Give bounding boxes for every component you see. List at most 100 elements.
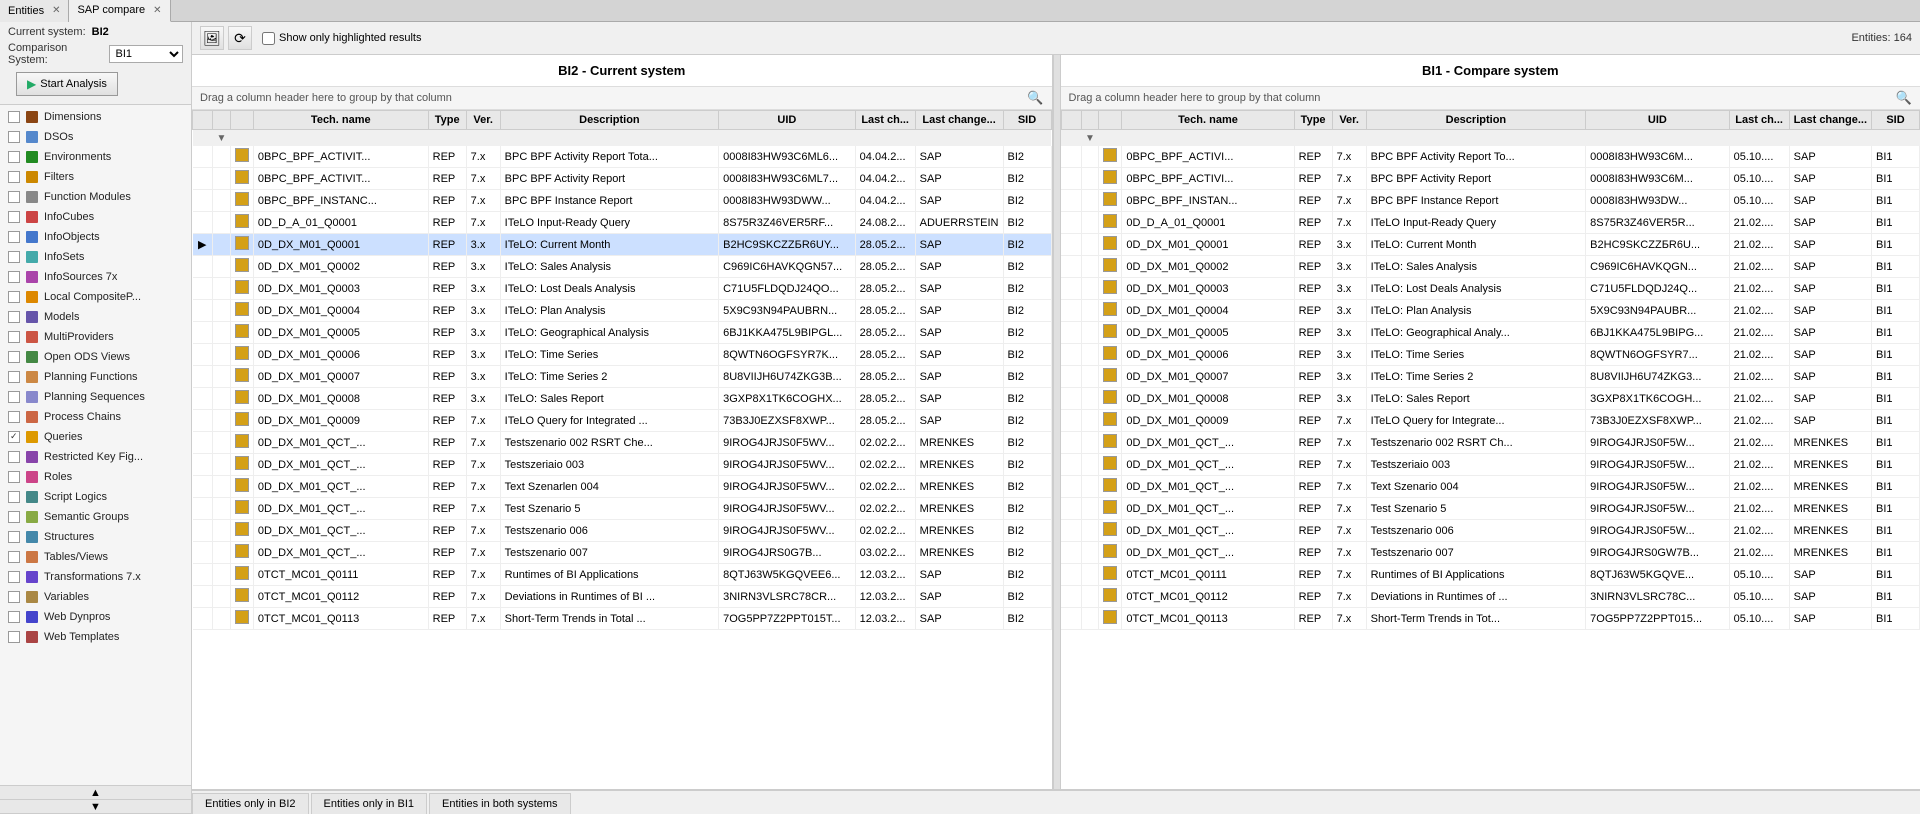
sidebar-item-dim[interactable]: Dimensions xyxy=(0,107,191,127)
table-row[interactable]: 0D_DX_M01_QCT_... REP 7.x Test Szenario … xyxy=(193,498,1052,520)
sidebar-item-webt[interactable]: Web Templates xyxy=(0,627,191,647)
sidebar-item-var[interactable]: Variables xyxy=(0,587,191,607)
sidebar-checkbox-var[interactable] xyxy=(8,591,20,603)
table-row[interactable]: 0D_DX_M01_Q0005 REP 3.x ITeLO: Geographi… xyxy=(1061,322,1920,344)
bi1-expand-arrow-10[interactable] xyxy=(1061,366,1081,388)
bottom-tab-2[interactable]: Entities in both systems xyxy=(429,793,571,814)
bi1-expand-arrow-14[interactable] xyxy=(1061,454,1081,476)
bi1-expand-arrow-16[interactable] xyxy=(1061,498,1081,520)
bi2-col-uid[interactable]: UID xyxy=(719,111,856,130)
table-row[interactable]: 0TCT_MC01_Q0111 REP 7.x Runtimes of BI A… xyxy=(1061,564,1920,586)
bottom-tab-1[interactable]: Entities only in BI1 xyxy=(311,793,428,814)
bi1-expand-arrow-0[interactable] xyxy=(1061,146,1081,168)
bi1-col-lch2[interactable]: Last change... xyxy=(1789,111,1871,130)
bi2-col-tech[interactable]: Tech. name xyxy=(253,111,428,130)
table-row[interactable]: 0D_DX_M01_QCT_... REP 7.x Text Szenario … xyxy=(1061,476,1920,498)
table-row[interactable]: 0BPC_BPF_ACTIVIT... REP 7.x BPC BPF Acti… xyxy=(193,146,1052,168)
sidebar-checkbox-chain[interactable] xyxy=(8,411,20,423)
expand-arrow-13[interactable] xyxy=(193,432,213,454)
sidebar-item-sem[interactable]: Semantic Groups xyxy=(0,507,191,527)
sidebar-checkbox-filter[interactable] xyxy=(8,171,20,183)
bi1-col-lch1[interactable]: Last ch... xyxy=(1729,111,1789,130)
expand-arrow-15[interactable] xyxy=(193,476,213,498)
bi1-expand-arrow-19[interactable] xyxy=(1061,564,1081,586)
bi1-expand-arrow-18[interactable] xyxy=(1061,542,1081,564)
expand-arrow-6[interactable] xyxy=(193,278,213,300)
bi1-expand-arrow-6[interactable] xyxy=(1061,278,1081,300)
bi1-expand-arrow-8[interactable] xyxy=(1061,322,1081,344)
sidebar-item-web[interactable]: Web Dynpros xyxy=(0,607,191,627)
bottom-tab-0[interactable]: Entities only in BI2 xyxy=(192,793,309,814)
expand-arrow-7[interactable] xyxy=(193,300,213,322)
sidebar-item-table[interactable]: Tables/Views xyxy=(0,547,191,567)
table-row[interactable]: 0D_DX_M01_Q0003 REP 3.x ITeLO: Lost Deal… xyxy=(193,278,1052,300)
table-row[interactable]: 0D_DX_M01_Q0009 REP 7.x ITeLO Query for … xyxy=(1061,410,1920,432)
table-row[interactable]: 0D_DX_M01_QCT_... REP 7.x Testszenario 0… xyxy=(193,432,1052,454)
sidebar-checkbox-role[interactable] xyxy=(8,471,20,483)
sidebar-item-func[interactable]: Function Modules xyxy=(0,187,191,207)
sidebar-checkbox-multi[interactable] xyxy=(8,331,20,343)
tab-sap-compare-close[interactable]: ✕ xyxy=(153,5,161,16)
bi1-col-uid[interactable]: UID xyxy=(1586,111,1729,130)
table-row[interactable]: 0D_DX_M01_QCT_... REP 7.x Testszenario 0… xyxy=(1061,432,1920,454)
expand-arrow-9[interactable] xyxy=(193,344,213,366)
bi2-col-type[interactable]: Type xyxy=(428,111,466,130)
sidebar-item-seq[interactable]: Planning Sequences xyxy=(0,387,191,407)
show-highlighted-checkbox[interactable] xyxy=(262,32,275,45)
sidebar-item-cube[interactable]: InfoCubes xyxy=(0,207,191,227)
expand-arrow-20[interactable] xyxy=(193,586,213,608)
sidebar-checkbox-func[interactable] xyxy=(8,191,20,203)
bi1-table-container[interactable]: Tech. name Type Ver. Description UID Las… xyxy=(1061,110,1920,789)
bi2-search-icon[interactable]: 🔍 xyxy=(1027,90,1043,106)
table-row[interactable]: 0D_DX_M01_QCT_... REP 7.x Testszenario 0… xyxy=(193,542,1052,564)
table-row[interactable]: 0BPC_BPF_ACTIVI... REP 7.x BPC BPF Activ… xyxy=(1061,168,1920,190)
table-row[interactable]: 0D_DX_M01_QCT_... REP 7.x Text Szenarlen… xyxy=(193,476,1052,498)
table-row[interactable]: 0D_DX_M01_Q0009 REP 7.x ITeLO Query for … xyxy=(193,410,1052,432)
sidebar-checkbox-webt[interactable] xyxy=(8,631,20,643)
bi1-expand-arrow-15[interactable] xyxy=(1061,476,1081,498)
bi1-expand-arrow-2[interactable] xyxy=(1061,190,1081,212)
bi2-col-desc[interactable]: Description xyxy=(500,111,718,130)
bi1-col-ver[interactable]: Ver. xyxy=(1332,111,1366,130)
bi2-col-sid[interactable]: SID xyxy=(1003,111,1051,130)
table-row[interactable]: 0D_DX_M01_Q0004 REP 3.x ITeLO: Plan Anal… xyxy=(1061,300,1920,322)
bi1-expand-arrow-13[interactable] xyxy=(1061,432,1081,454)
sidebar-checkbox-comp[interactable] xyxy=(8,291,20,303)
table-row[interactable]: 0D_DX_M01_Q0008 REP 3.x ITeLO: Sales Rep… xyxy=(193,388,1052,410)
sidebar-checkbox-struct[interactable] xyxy=(8,531,20,543)
table-row[interactable]: 0D_D_A_01_Q0001 REP 7.x ITeLO Input-Read… xyxy=(193,212,1052,234)
tab-entities-close[interactable]: ✕ xyxy=(52,5,60,16)
expand-arrow-0[interactable] xyxy=(193,146,213,168)
bi1-expand-arrow-17[interactable] xyxy=(1061,520,1081,542)
toolbar-refresh-button[interactable]: 🖼 xyxy=(200,26,224,50)
sidebar-item-struct[interactable]: Structures xyxy=(0,527,191,547)
table-row[interactable]: 0D_DX_M01_Q0005 REP 3.x ITeLO: Geographi… xyxy=(193,322,1052,344)
table-row[interactable]: 0BPC_BPF_ACTIVI... REP 7.x BPC BPF Activ… xyxy=(1061,146,1920,168)
table-row[interactable]: 0TCT_MC01_Q0112 REP 7.x Deviations in Ru… xyxy=(1061,586,1920,608)
expand-arrow-5[interactable] xyxy=(193,256,213,278)
bi1-col-tech[interactable]: Tech. name xyxy=(1122,111,1294,130)
table-row[interactable]: 0BPC_BPF_INSTANC... REP 7.x BPC BPF Inst… xyxy=(193,190,1052,212)
expand-arrow-19[interactable] xyxy=(193,564,213,586)
sidebar-checkbox-dim[interactable] xyxy=(8,111,20,123)
expand-arrow-4[interactable]: ▶ xyxy=(193,234,213,256)
bi1-expand-arrow-9[interactable] xyxy=(1061,344,1081,366)
sidebar-item-model[interactable]: Models xyxy=(0,307,191,327)
table-row[interactable]: 0D_DX_M01_Q0004 REP 3.x ITeLO: Plan Anal… xyxy=(193,300,1052,322)
expand-arrow-1[interactable] xyxy=(193,168,213,190)
sidebar-checkbox-dso[interactable] xyxy=(8,131,20,143)
bi1-expand-arrow-20[interactable] xyxy=(1061,586,1081,608)
table-row[interactable]: 0D_DX_M01_QCT_... REP 7.x Testszeriaio 0… xyxy=(1061,454,1920,476)
table-row[interactable]: 0D_DX_M01_Q0007 REP 3.x ITeLO: Time Seri… xyxy=(1061,366,1920,388)
expand-arrow-17[interactable] xyxy=(193,520,213,542)
bi2-col-ver[interactable]: Ver. xyxy=(466,111,500,130)
table-row[interactable]: 0D_DX_M01_Q0003 REP 3.x ITeLO: Lost Deal… xyxy=(1061,278,1920,300)
expand-arrow-21[interactable] xyxy=(193,608,213,630)
bi1-expand-arrow-7[interactable] xyxy=(1061,300,1081,322)
scroll-up-arrow[interactable]: ▲ xyxy=(0,786,191,800)
sidebar-checkbox-trans[interactable] xyxy=(8,571,20,583)
sidebar-item-set[interactable]: InfoSets xyxy=(0,247,191,267)
sidebar-item-query[interactable]: Queries xyxy=(0,427,191,447)
scroll-down-arrow[interactable]: ▼ xyxy=(0,800,191,814)
sidebar-item-script[interactable]: Script Logics xyxy=(0,487,191,507)
